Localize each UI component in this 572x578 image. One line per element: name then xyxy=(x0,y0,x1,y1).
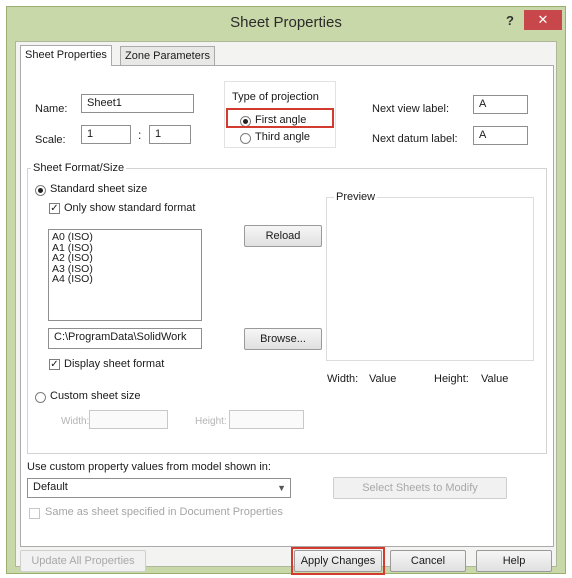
chevron-down-icon: ▼ xyxy=(277,483,286,493)
help-button[interactable]: Help xyxy=(476,550,552,572)
help-icon[interactable]: ? xyxy=(501,13,519,31)
reload-button[interactable]: Reload xyxy=(244,225,322,247)
scale-separator: : xyxy=(138,128,142,142)
tab-sheet-properties[interactable]: Sheet Properties xyxy=(20,45,112,66)
list-item[interactable]: A0 (ISO) xyxy=(52,232,198,243)
preview-width-label: Width: xyxy=(327,373,359,385)
next-datum-input[interactable]: A xyxy=(473,126,528,145)
browse-button[interactable]: Browse... xyxy=(244,328,322,350)
standard-size-radio[interactable] xyxy=(35,185,46,196)
custom-size-label[interactable]: Custom sheet size xyxy=(50,390,140,402)
first-angle-highlight xyxy=(226,108,334,128)
custom-width-input[interactable] xyxy=(89,410,168,429)
next-view-input[interactable]: A xyxy=(473,95,528,114)
name-input[interactable]: Sheet1 xyxy=(81,94,194,113)
preview-title: Preview xyxy=(334,191,378,203)
list-item[interactable]: A2 (ISO) xyxy=(52,253,198,264)
display-format-label[interactable]: Display sheet format xyxy=(64,358,164,370)
projection-title: Type of projection xyxy=(232,91,319,103)
cancel-button[interactable]: Cancel xyxy=(390,550,466,572)
same-as-sheet-checkbox[interactable] xyxy=(29,508,40,519)
custom-width-label: Width: xyxy=(61,416,90,427)
custom-prop-label: Use custom property values from model sh… xyxy=(27,461,271,473)
scale-denominator-input[interactable]: 1 xyxy=(149,125,191,144)
preview-height-label: Height: xyxy=(434,373,469,385)
preview-height-value: Value xyxy=(481,373,509,385)
scale-numerator-input[interactable]: 1 xyxy=(81,125,131,144)
format-path-input[interactable]: C:\ProgramData\SolidWork xyxy=(48,328,202,349)
display-format-checkbox[interactable]: ✓ xyxy=(49,359,60,370)
select-sheets-button[interactable]: Select Sheets to Modify xyxy=(333,477,507,499)
dialog-body: Sheet Properties Zone Parameters Name: S… xyxy=(15,41,557,575)
custom-height-label: Height: xyxy=(195,416,227,427)
next-datum-label: Next datum label: xyxy=(372,133,458,145)
sheet-format-title: Sheet Format/Size xyxy=(31,162,127,174)
sheet-size-list[interactable]: A0 (ISO) A1 (ISO) A2 (ISO) A3 (ISO) A4 (… xyxy=(48,229,202,321)
name-label: Name: xyxy=(35,103,68,115)
only-standard-label[interactable]: Only show standard format xyxy=(64,202,195,214)
list-item[interactable]: A4 (ISO) xyxy=(52,274,198,285)
dialog-title: Sheet Properties xyxy=(230,14,342,31)
preview-width-value: Value xyxy=(369,373,397,385)
third-angle-label[interactable]: Third angle xyxy=(255,131,310,143)
model-view-value: Default xyxy=(33,481,68,493)
third-angle-radio[interactable] xyxy=(240,133,251,144)
dialog-window: Sheet Properties ? ✕ Sheet Properties Zo… xyxy=(6,6,566,575)
next-view-label: Next view label: xyxy=(372,103,450,115)
sheet-properties-panel: Name: Sheet1 Scale: 1 : 1 Type of projec… xyxy=(20,65,554,547)
standard-size-label[interactable]: Standard sheet size xyxy=(50,183,147,195)
update-all-button[interactable]: Update All Properties xyxy=(20,550,146,572)
title-bar[interactable]: Sheet Properties ? ✕ xyxy=(7,7,565,39)
only-standard-checkbox[interactable]: ✓ xyxy=(49,203,60,214)
custom-size-radio[interactable] xyxy=(35,392,46,403)
tab-zone-parameters[interactable]: Zone Parameters xyxy=(120,46,215,65)
preview-frame xyxy=(326,197,534,361)
model-view-select[interactable]: Default ▼ xyxy=(27,478,291,498)
same-as-sheet-label[interactable]: Same as sheet specified in Document Prop… xyxy=(45,506,283,518)
close-button[interactable]: ✕ xyxy=(524,10,562,30)
scale-label: Scale: xyxy=(35,134,66,146)
custom-height-input[interactable] xyxy=(229,410,304,429)
apply-changes-highlight xyxy=(291,547,385,575)
